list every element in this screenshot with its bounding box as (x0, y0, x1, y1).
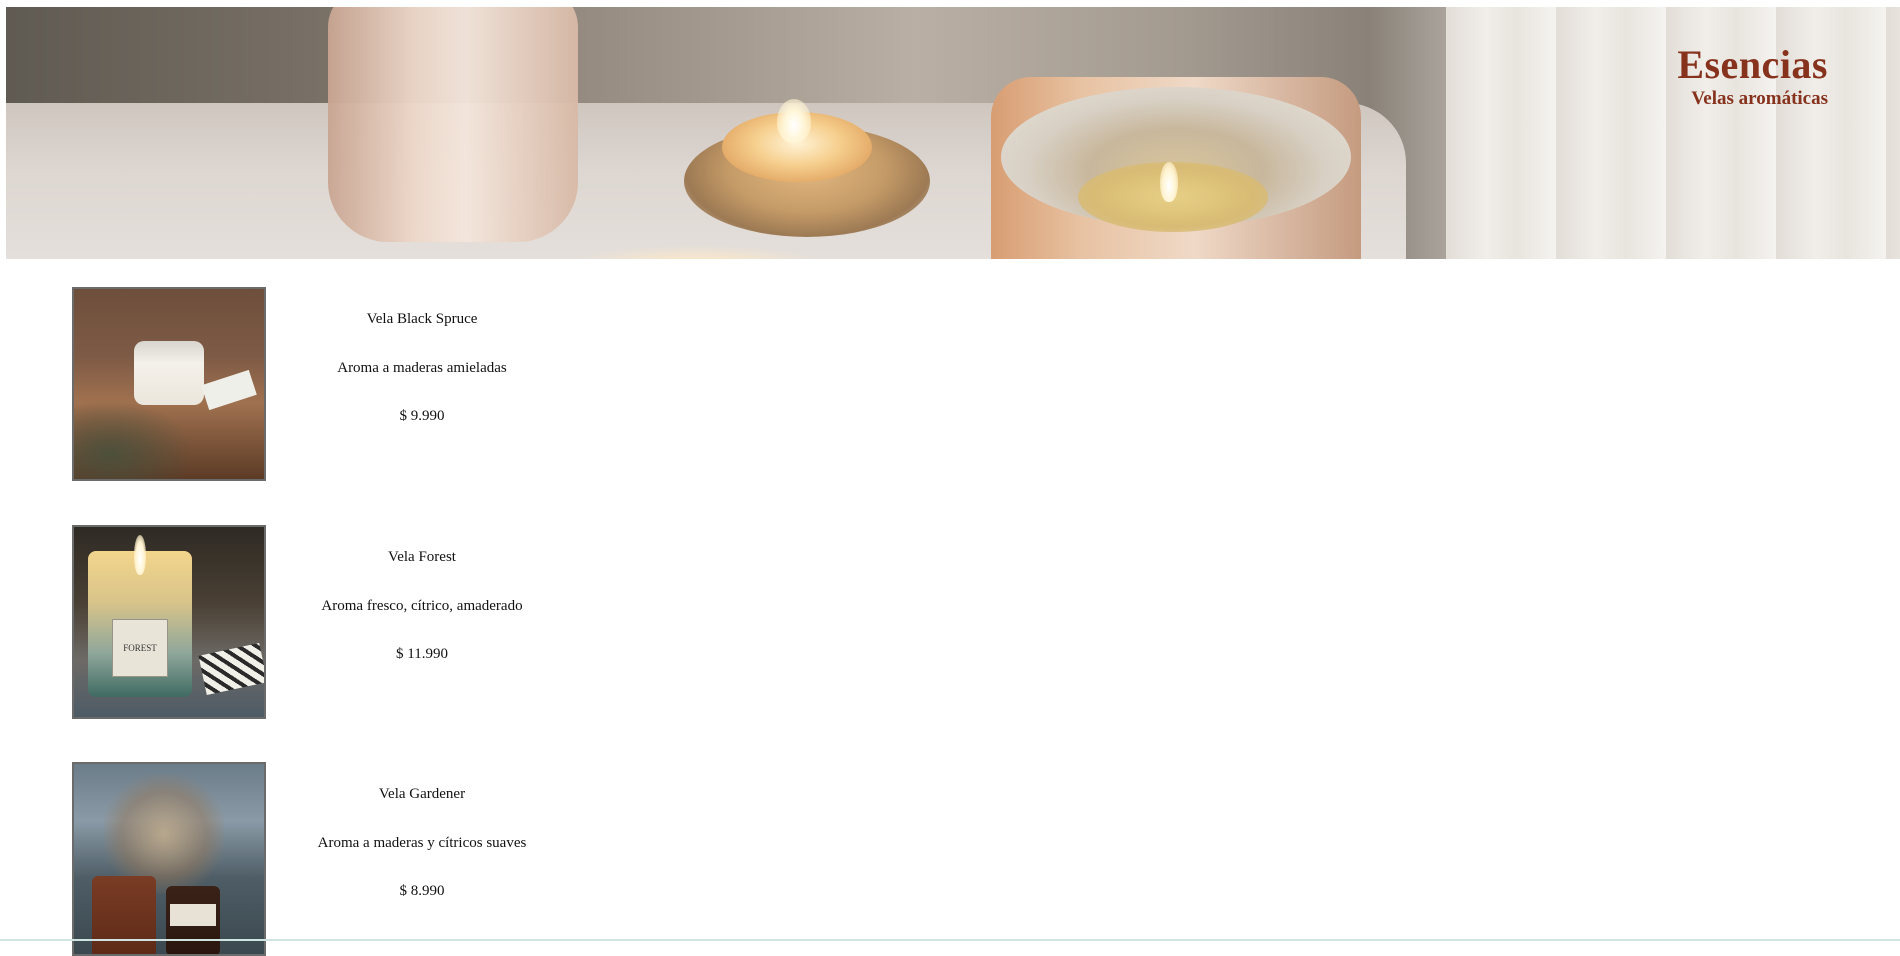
brand-tagline: Velas aromáticas (1691, 88, 1828, 109)
flame-icon (134, 535, 146, 575)
brand-name: Esencias (1677, 42, 1828, 87)
product-image-gardener[interactable] (72, 762, 266, 956)
product-description: Aroma a maderas y cítricos suaves (317, 835, 527, 851)
hero-curtain (1446, 7, 1900, 259)
product-image-forest[interactable]: FOREST (72, 525, 266, 719)
hero-flame-icon (777, 99, 811, 143)
brand-block: Esencias Velas aromáticas (1677, 43, 1828, 111)
candle-jar-label (170, 904, 216, 926)
product-name: Vela Black Spruce (366, 311, 478, 327)
product-image-black-spruce[interactable] (72, 287, 266, 481)
candle-jar (92, 876, 156, 954)
product-name: Vela Gardener (378, 786, 466, 802)
hero-vase (328, 7, 578, 242)
product-description: Aroma fresco, cítrico, amaderado (321, 598, 523, 614)
hero-flame-icon (1160, 162, 1178, 202)
candle-jar (134, 341, 204, 405)
product-price: $ 8.990 (399, 883, 445, 899)
hero-banner: Esencias Velas aromáticas (6, 7, 1900, 259)
product-price: $ 11.990 (396, 646, 448, 662)
product-name: Vela Forest (388, 549, 456, 565)
product-description: Aroma a maderas amieladas (337, 360, 507, 376)
foliage (74, 399, 194, 479)
product-price: $ 9.990 (399, 408, 445, 424)
candle-jar-label: FOREST (112, 619, 168, 677)
